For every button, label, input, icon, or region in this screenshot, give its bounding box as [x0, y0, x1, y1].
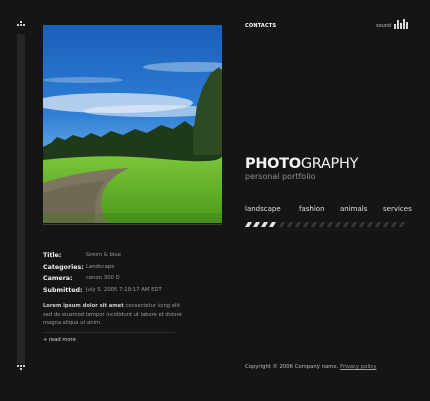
detail-label: Title: [43, 252, 62, 259]
privacy-policy-link[interactable]: Privacy policy [340, 364, 376, 370]
detail-value: Landscape [86, 263, 115, 270]
read-more-link[interactable]: + read more [43, 337, 76, 343]
vertical-scrollbar[interactable] [14, 20, 28, 376]
nav-item-fashion[interactable]: fashion [299, 205, 325, 213]
logo-bold: PHOTO [245, 156, 301, 172]
scroll-up-icon[interactable] [16, 20, 26, 28]
description-lead: Lorem ipsum dolor sit amet [43, 303, 124, 309]
detail-label: Categories: [43, 263, 84, 271]
detail-row-camera: Camera: canon 300 D [43, 273, 223, 285]
nav-item-services[interactable]: services [383, 205, 412, 213]
scrollbar-track[interactable] [17, 34, 25, 364]
sound-toggle-icon[interactable] [394, 19, 408, 29]
detail-label: Camera: [43, 275, 73, 282]
nav-stripe-bar [245, 222, 405, 227]
copyright-text: Copyright © 2006 Company name. Privacy p… [245, 364, 376, 370]
main-nav: landscape fashion animals services [245, 205, 415, 217]
photo-description: Lorem ipsum dolor sit amet consectetur i… [43, 302, 183, 328]
nav-item-animals[interactable]: animals [340, 205, 367, 213]
site-tagline: personal portfolio [245, 172, 316, 181]
sound-label: sound [376, 23, 392, 29]
detail-row-title: Title: Green & blue [43, 250, 223, 262]
nav-item-landscape[interactable]: landscape [245, 205, 281, 213]
photo-details: Title: Green & blue Categories: Landscap… [43, 250, 223, 296]
detail-value: canon 300 D [86, 275, 120, 281]
detail-value: Green & blue [86, 252, 121, 258]
page: Title: Green & blue Categories: Landscap… [0, 0, 430, 401]
landscape-photo [43, 25, 222, 223]
copyright-notice: Copyright © 2006 Company name. [245, 364, 339, 370]
detail-row-categories: Categories: Landscape [43, 262, 223, 274]
logo-light: GRAPHY [300, 156, 359, 172]
site-logo: PHOTOGRAPHY [245, 156, 358, 172]
detail-label: Submitted: [43, 286, 83, 294]
contacts-link[interactable]: CONTACTS [245, 23, 276, 29]
detail-row-submitted: Submitted: July 5, 2005 7:19:17 AM EDT [43, 285, 223, 297]
photo-divider [43, 224, 222, 225]
description-divider [43, 332, 175, 333]
scroll-down-icon[interactable] [16, 364, 26, 372]
detail-value: July 5, 2005 7:19:17 AM EDT [86, 286, 162, 293]
featured-photo [43, 25, 222, 223]
